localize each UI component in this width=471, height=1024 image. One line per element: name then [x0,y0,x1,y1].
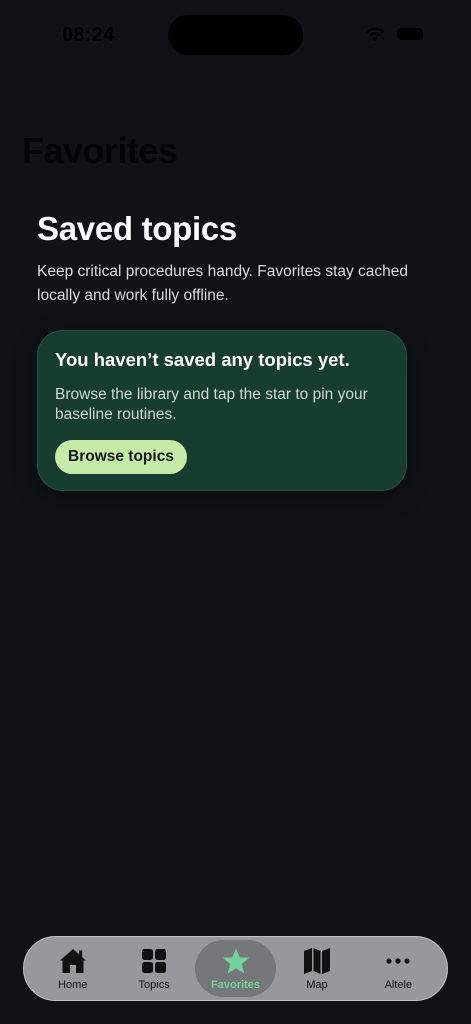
more-icon [383,947,413,975]
section-description: Keep critical procedures handy. Favorite… [37,263,409,304]
empty-state-description: Browse the library and tap the star to p… [55,386,368,423]
wifi-icon [365,27,385,42]
tab-map-label: Map [306,978,328,991]
tab-favorites-label: Favorites [211,978,260,991]
status-time: 08:24 [62,24,115,46]
tab-topics-label: Topics [138,978,170,991]
browse-topics-button[interactable]: Browse topics [55,440,187,474]
tab-topics[interactable]: Topics [113,940,194,997]
tab-favorites[interactable]: Favorites [194,940,277,997]
star-icon [221,947,251,975]
dynamic-island [168,15,303,55]
tab-more-label: Altele [384,978,413,991]
empty-state-title: You haven’t saved any topics yet. [55,349,350,370]
battery-icon [397,28,423,40]
page-title: Favorites [22,130,178,171]
map-icon [302,947,332,975]
tab-home[interactable]: Home [32,940,113,997]
home-icon [58,947,88,975]
tab-map[interactable]: Map [276,940,357,997]
empty-state-card: You haven’t saved any topics yet. Browse… [37,330,407,491]
tab-home-label: Home [58,978,88,991]
grid-icon [139,947,169,975]
tab-bar: Home Topics Favorites Map Altele [23,936,448,1001]
tab-more[interactable]: Altele [358,940,439,997]
favorites-screen: 08:24 Favorites Saved topics Keep critic… [0,0,471,1024]
section-title: Saved topics [37,210,237,247]
